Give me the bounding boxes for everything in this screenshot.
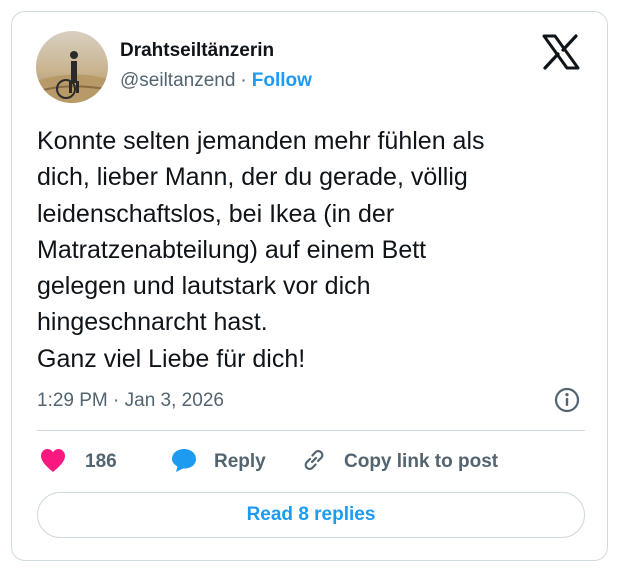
tweet-card: Drahtseiltänzerin @seiltanzend · Follow Ko…	[11, 11, 608, 561]
tweet-text-line: Ganz viel Liebe für dich!	[37, 344, 306, 373]
separator-dot: ·	[240, 70, 247, 91]
follow-button[interactable]: Follow	[252, 70, 312, 91]
tweet-text-line: gelegen und lautstark vor dich	[37, 272, 371, 301]
tweet-text-line: leidenschaftslos, bei Ikea (in der	[37, 199, 395, 228]
copy-link-button[interactable]: Copy link to post	[300, 444, 498, 480]
tweet-actions: 186 Reply Copy link to post	[37, 444, 585, 480]
read-replies-button[interactable]: Read 8 replies	[37, 492, 585, 538]
reply-button[interactable]: Reply	[170, 444, 266, 480]
reply-bubble-icon	[170, 447, 198, 478]
avatar[interactable]	[36, 31, 108, 103]
tweet-timestamp[interactable]: 1:29 PM · Jan 3, 2026	[37, 390, 224, 412]
info-icon[interactable]	[554, 387, 580, 413]
author-handle[interactable]: @seiltanzend	[120, 70, 235, 91]
x-logo-icon[interactable]	[542, 34, 580, 70]
heart-icon	[39, 447, 67, 478]
tweet-text-line: Konnte selten jemanden mehr fühlen als	[37, 127, 485, 155]
tweet-text: Konnte selten jemanden mehr fühlen als d…	[37, 123, 597, 377]
copy-link-label: Copy link to post	[344, 451, 499, 472]
reply-label: Reply	[214, 451, 266, 472]
tweet-text-line: hingeschnarcht hast.	[37, 308, 268, 337]
read-replies-label: Read 8 replies	[246, 504, 376, 525]
like-button[interactable]: 186	[39, 444, 117, 480]
divider	[37, 430, 585, 431]
tweet-text-line: dich, lieber Mann, der du gerade, völlig	[37, 163, 468, 192]
author-handle-row: @seiltanzend · Follow	[120, 70, 312, 92]
author-name[interactable]: Drahtseiltänzerin	[120, 40, 274, 62]
link-icon	[300, 446, 328, 479]
tweet-text-line: Matratzenabteilung) auf einem Bett	[37, 235, 427, 264]
like-count: 186	[85, 451, 117, 472]
